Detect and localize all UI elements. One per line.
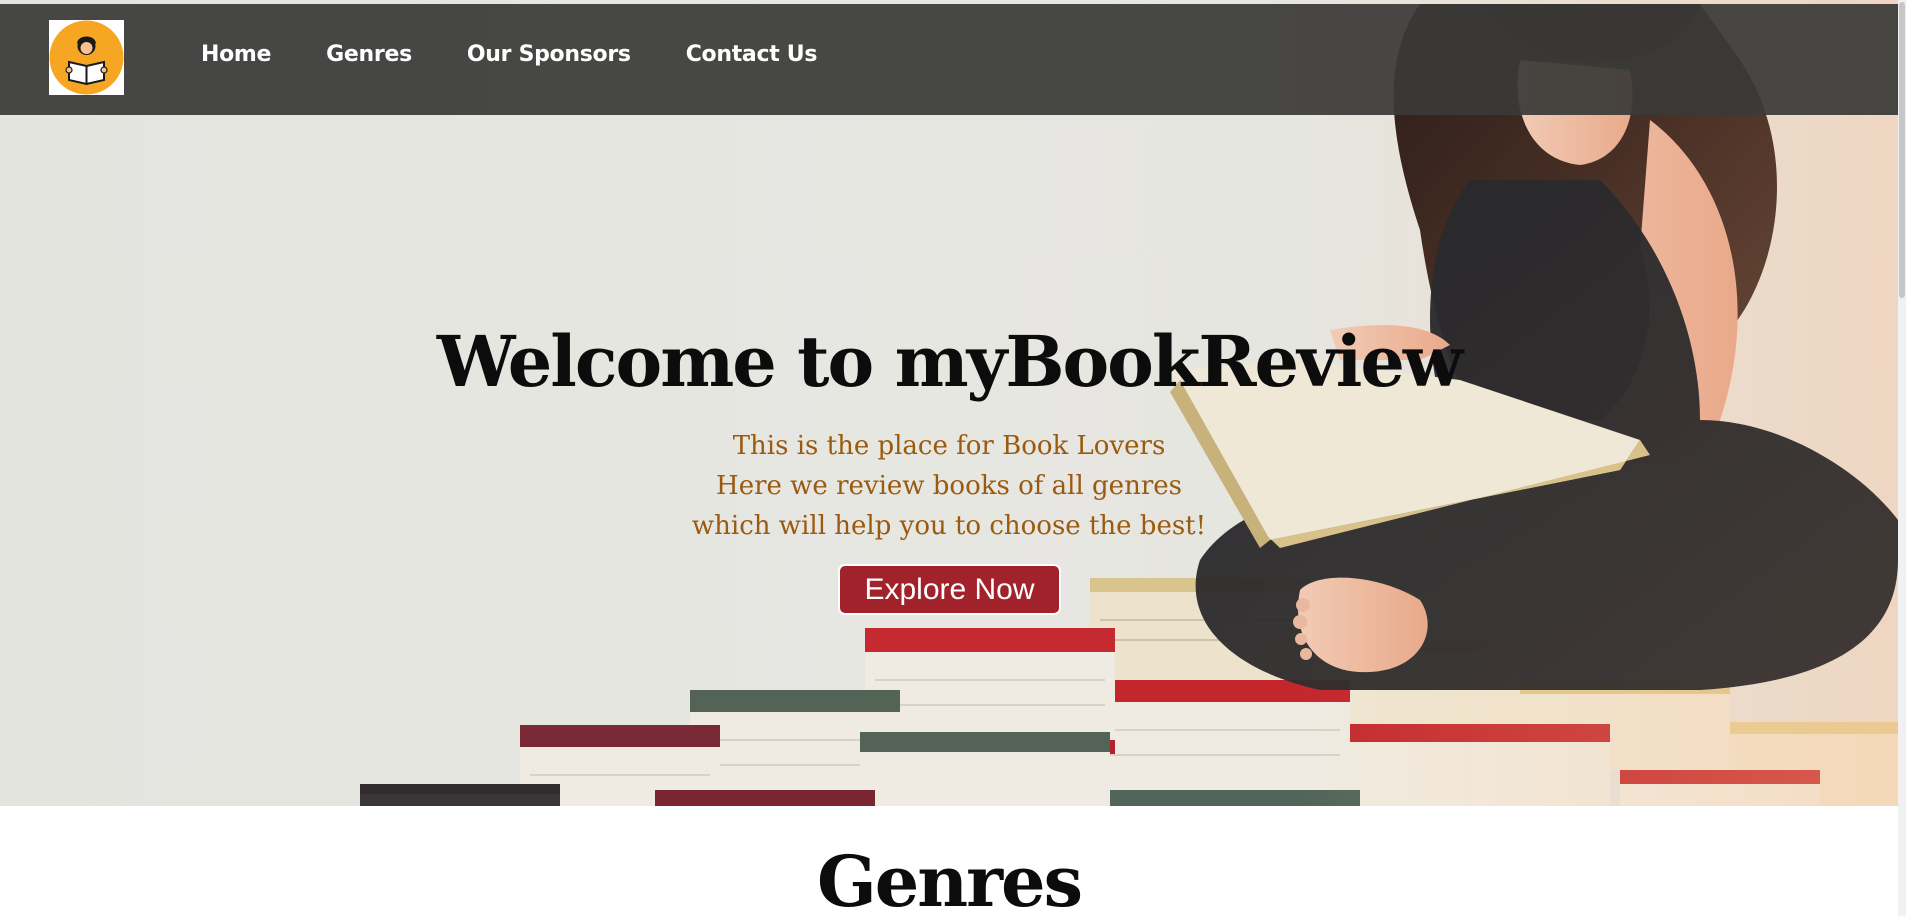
- page: Home Genres Our Sponsors Contact Us Welc…: [0, 0, 1906, 916]
- hero-title: Welcome to myBookReview: [436, 320, 1463, 403]
- reader-with-book-icon: [49, 20, 124, 95]
- hero-subtitle: This is the place for Book Lovers Here w…: [0, 426, 1898, 546]
- nav-contact-us[interactable]: Contact Us: [686, 42, 818, 67]
- nav-our-sponsors[interactable]: Our Sponsors: [467, 42, 631, 67]
- hero-subtitle-line: This is the place for Book Lovers: [732, 431, 1166, 461]
- top-navbar: Home Genres Our Sponsors Contact Us: [0, 4, 1898, 115]
- hero-subtitle-line: Here we review books of all genres: [716, 471, 1182, 501]
- page-scrollbar[interactable]: [1898, 0, 1906, 916]
- nav-genres[interactable]: Genres: [326, 42, 412, 67]
- hero-section: [0, 0, 1898, 806]
- scrollbar-thumb[interactable]: [1899, 2, 1905, 298]
- explore-now-button[interactable]: Explore Now: [838, 564, 1061, 615]
- site-logo[interactable]: [49, 20, 124, 95]
- hero-subtitle-line: which will help you to choose the best!: [691, 511, 1207, 541]
- hero-image: [360, 0, 1898, 806]
- genres-section-title: Genres: [816, 840, 1083, 916]
- main-nav: Home Genres Our Sponsors Contact Us: [201, 42, 872, 67]
- nav-home[interactable]: Home: [201, 42, 271, 67]
